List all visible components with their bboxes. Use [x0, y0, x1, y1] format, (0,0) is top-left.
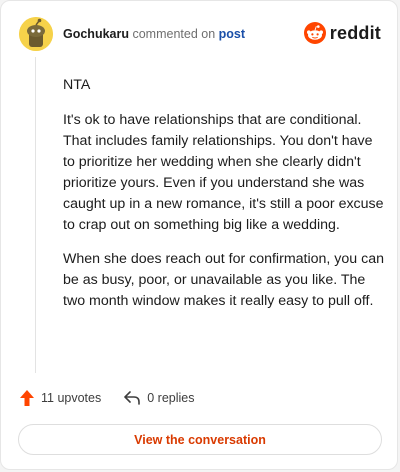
- header-text: Gochukaru commented on post: [63, 26, 245, 42]
- replies-button[interactable]: 0 replies: [123, 390, 194, 406]
- comment-paragraph: It's ok to have relationships that are c…: [63, 112, 384, 233]
- upvote-button[interactable]: 11 upvotes: [19, 389, 101, 407]
- reddit-logo-icon: [303, 22, 326, 44]
- view-conversation-button[interactable]: View the conversation: [18, 424, 382, 455]
- comment-paragraph: When she does reach out for confirmation…: [63, 251, 384, 309]
- post-link[interactable]: post: [219, 27, 245, 41]
- comment-paragraph: NTA: [63, 77, 91, 93]
- comment-footer: 11 upvotes 0 replies: [19, 389, 194, 407]
- brand-name: reddit: [329, 23, 381, 43]
- thread-line: [35, 57, 36, 373]
- upvote-count: 11 upvotes: [41, 391, 102, 405]
- comment-card: Gochukaru commented on post reddit NTA I…: [0, 0, 398, 470]
- username[interactable]: Gochukaru: [63, 27, 129, 41]
- avatar[interactable]: [19, 17, 53, 51]
- snoo-avatar-icon: [19, 17, 53, 51]
- action-text: commented on: [132, 27, 216, 41]
- comment-body: NTA It's ok to have relationships that a…: [63, 75, 385, 325]
- comment-header: Gochukaru commented on post: [19, 16, 245, 52]
- upvote-arrow-icon: [20, 390, 34, 406]
- reply-count: 0 replies: [147, 391, 195, 405]
- reddit-brand[interactable]: reddit: [303, 22, 381, 44]
- reply-arrow-icon: [124, 391, 141, 405]
